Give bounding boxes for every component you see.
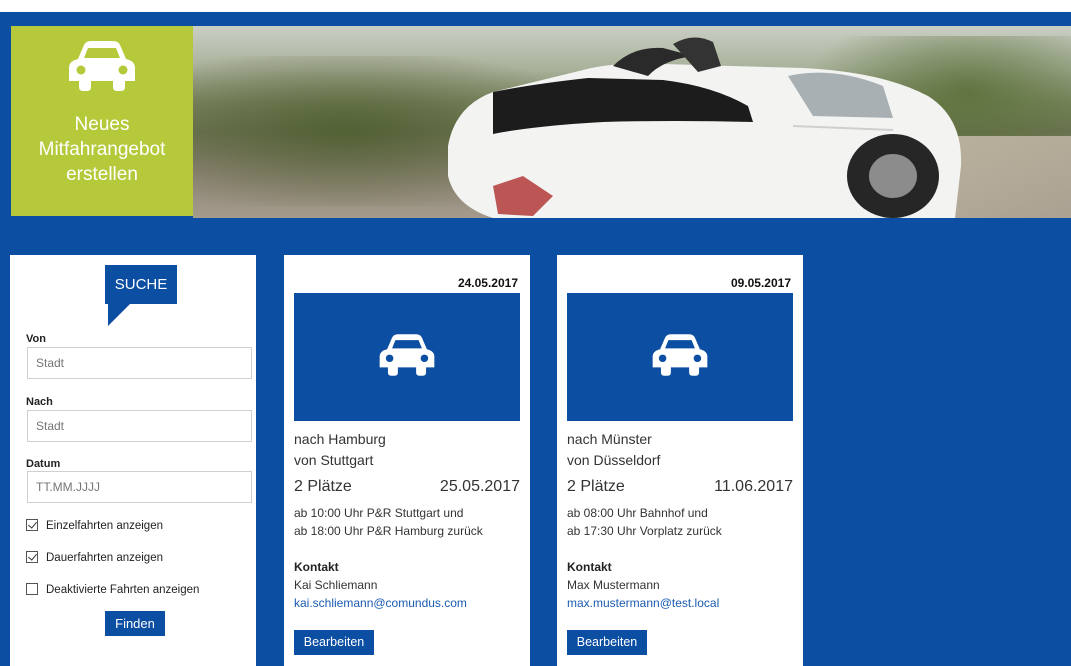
ride-origin: von Düsseldorf: [567, 452, 661, 468]
ride-date: 25.05.2017: [439, 478, 520, 495]
ride-card: 24.05.2017 nach Hamburg von Stuttgart 2 …: [284, 255, 530, 666]
option-recurring-rides[interactable]: Dauerfahrten anzeigen: [26, 551, 163, 567]
contact-name: Max Mustermann: [567, 578, 660, 592]
contact-email-link[interactable]: max.mustermann@test.local: [567, 596, 719, 610]
single-rides-checkbox[interactable]: [26, 519, 38, 531]
date-input[interactable]: [27, 471, 252, 503]
hero-banner-image: [193, 26, 1071, 218]
new-offer-button[interactable]: Neues Mitfahrangebot erstellen: [11, 26, 193, 216]
ride-posted-date: 09.05.2017: [730, 276, 791, 290]
option-single-rides[interactable]: Einzelfahrten anzeigen: [26, 519, 163, 535]
ride-date: 11.06.2017: [714, 478, 793, 495]
recurring-rides-checkbox[interactable]: [26, 551, 38, 563]
to-input[interactable]: [27, 410, 252, 442]
search-badge-tail: [108, 302, 132, 326]
date-label: Datum: [26, 458, 61, 470]
search-submit-button[interactable]: Finden: [105, 611, 165, 636]
ride-seats: 2 Plätze: [567, 478, 625, 495]
contact-email-link[interactable]: kai.schliemann@comundus.com: [294, 596, 467, 610]
single-rides-label: Einzelfahrten anzeigen: [46, 520, 163, 532]
deactivated-rides-label: Deaktivierte Fahrten anzeigen: [46, 584, 200, 596]
ride-destination: nach Münster: [567, 431, 652, 447]
car-icon: [651, 334, 709, 376]
ride-image: [294, 293, 520, 421]
page-background: Neues Mitfahrangebot erstellen SUCHE Von…: [0, 12, 1071, 666]
edit-button[interactable]: Bearbeiten: [294, 630, 374, 655]
ride-return-info: ab 18:00 Uhr P&R Hamburg zurück: [294, 524, 483, 538]
ride-image: [567, 293, 793, 421]
ride-destination: nach Hamburg: [294, 431, 386, 447]
car-icon: [378, 334, 436, 376]
convertible-car-illustration: [448, 37, 962, 218]
ride-return-info: ab 17:30 Uhr Vorplatz zurück: [567, 524, 722, 538]
ride-outbound-info: ab 08:00 Uhr Bahnhof und: [567, 506, 708, 520]
search-badge: SUCHE: [105, 265, 177, 304]
ride-origin: von Stuttgart: [294, 452, 374, 468]
search-panel: SUCHE Von Nach Datum Einzelfahrten anzei…: [10, 255, 256, 666]
deactivated-rides-checkbox[interactable]: [26, 583, 38, 595]
from-input[interactable]: [27, 347, 252, 379]
contact-heading: Kontakt: [294, 560, 339, 574]
new-offer-label: Neues Mitfahrangebot erstellen: [38, 114, 166, 185]
car-icon: [67, 41, 137, 91]
option-deactivated-rides[interactable]: Deaktivierte Fahrten anzeigen: [26, 583, 199, 599]
contact-name: Kai Schliemann: [294, 578, 378, 592]
ride-posted-date: 24.05.2017: [457, 276, 518, 290]
edit-button[interactable]: Bearbeiten: [567, 630, 647, 655]
from-label: Von: [26, 333, 46, 345]
ride-card: 09.05.2017 nach Münster von Düsseldorf 2…: [557, 255, 803, 666]
to-label: Nach: [26, 396, 53, 408]
contact-heading: Kontakt: [567, 560, 612, 574]
recurring-rides-label: Dauerfahrten anzeigen: [46, 552, 163, 564]
ride-seats: 2 Plätze: [294, 478, 352, 495]
ride-outbound-info: ab 10:00 Uhr P&R Stuttgart und: [294, 506, 464, 520]
